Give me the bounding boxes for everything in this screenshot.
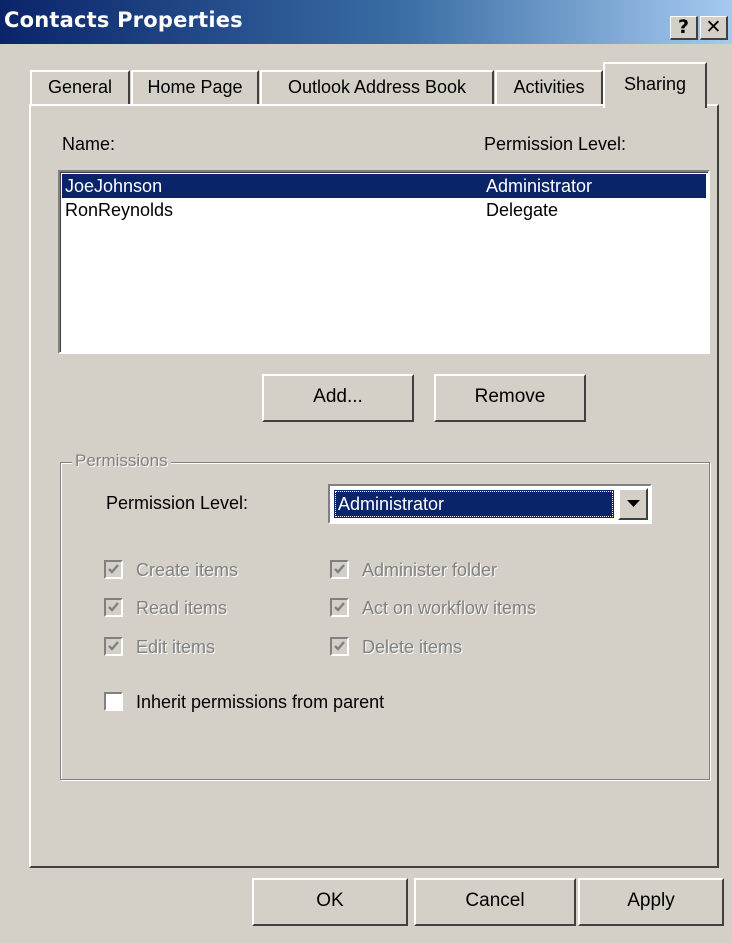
cancel-button[interactable]: Cancel bbox=[414, 878, 576, 926]
administer-folder-label: Administer folder bbox=[362, 560, 498, 580]
chevron-down-icon bbox=[627, 500, 640, 507]
tab-home-page[interactable]: Home Page bbox=[131, 70, 259, 106]
dropdown-button[interactable] bbox=[618, 488, 648, 520]
apply-button[interactable]: Apply bbox=[578, 878, 724, 926]
tab-sharing[interactable]: Sharing bbox=[603, 62, 707, 108]
create-items-checkbox[interactable] bbox=[104, 560, 123, 579]
list-item-level: Delegate bbox=[486, 200, 559, 220]
list-item[interactable]: RonReynolds Delegate bbox=[62, 198, 706, 222]
read-items-checkbox[interactable] bbox=[104, 598, 123, 617]
delete-items-checkbox[interactable] bbox=[330, 637, 349, 656]
list-item-name: RonReynolds bbox=[65, 200, 174, 220]
remove-button[interactable]: Remove bbox=[434, 374, 586, 422]
add-button[interactable]: Add... bbox=[262, 374, 414, 422]
checkmark-icon bbox=[108, 641, 119, 651]
permission-level-select[interactable]: Administrator bbox=[328, 484, 652, 524]
read-items-label: Read items bbox=[136, 598, 228, 618]
checkmark-icon bbox=[108, 602, 119, 612]
act-on-workflow-items-label: Act on workflow items bbox=[362, 598, 537, 618]
checkmark-icon bbox=[334, 641, 345, 651]
act-on-workflow-items-checkbox[interactable] bbox=[330, 598, 349, 617]
permissions-group-title: Permissions bbox=[72, 451, 171, 471]
edit-items-label: Edit items bbox=[136, 637, 216, 657]
list-item-level: Administrator bbox=[486, 176, 593, 196]
permission-level-column-header: Permission Level: bbox=[484, 134, 627, 154]
edit-items-checkbox[interactable] bbox=[104, 637, 123, 656]
list-item[interactable]: JoeJohnson Administrator bbox=[62, 174, 706, 198]
checkmark-icon bbox=[108, 564, 119, 574]
permission-level-label: Permission Level: bbox=[106, 493, 249, 513]
administer-folder-checkbox[interactable] bbox=[330, 560, 349, 579]
delete-items-label: Delete items bbox=[362, 637, 463, 657]
create-items-label: Create items bbox=[136, 560, 239, 580]
window-title: Contacts Properties bbox=[4, 8, 243, 32]
close-button[interactable]: ✕ bbox=[700, 16, 728, 40]
inherit-permissions-label: Inherit permissions from parent bbox=[136, 692, 385, 712]
checkmark-icon bbox=[334, 602, 345, 612]
sharing-list[interactable]: JoeJohnson Administrator RonReynolds Del… bbox=[58, 170, 710, 354]
help-button[interactable]: ? bbox=[670, 16, 698, 40]
checkmark-icon bbox=[334, 564, 345, 574]
tab-general[interactable]: General bbox=[30, 70, 130, 106]
permission-level-value: Administrator bbox=[334, 490, 614, 518]
name-column-header: Name: bbox=[62, 134, 116, 154]
tab-activities[interactable]: Activities bbox=[495, 70, 603, 106]
list-item-name: JoeJohnson bbox=[65, 176, 163, 196]
tab-outlook-address-book[interactable]: Outlook Address Book bbox=[260, 70, 494, 106]
inherit-permissions-checkbox[interactable] bbox=[104, 692, 123, 711]
title-bar: Contacts Properties ? ✕ bbox=[0, 0, 732, 44]
ok-button[interactable]: OK bbox=[252, 878, 408, 926]
